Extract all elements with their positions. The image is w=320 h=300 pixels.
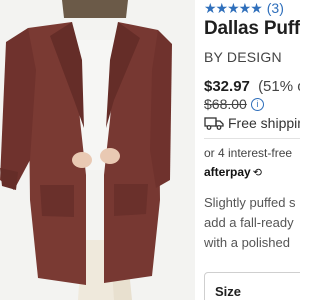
size-selector[interactable]: Size	[204, 272, 300, 300]
shipping-text: Free shippin	[228, 115, 300, 131]
sale-price: $32.97	[204, 78, 250, 95]
original-price-row: $68.00 i	[204, 96, 264, 112]
original-price: $68.00	[204, 96, 247, 112]
afterpay-label: afterpay	[204, 165, 251, 179]
size-label: Size	[215, 284, 242, 299]
star-icon: ★★★★★	[204, 0, 263, 16]
shipping-row: Free shippin	[204, 115, 300, 131]
rating[interactable]: ★★★★★ (3)	[204, 0, 284, 16]
info-icon[interactable]: i	[250, 97, 264, 111]
price-row: $32.97 (51% o	[204, 78, 300, 95]
discount-percent: (51% o	[258, 78, 300, 95]
description-line: with a polished	[204, 235, 290, 250]
truck-icon	[204, 116, 224, 130]
review-count[interactable]: (3)	[267, 0, 284, 16]
installment-text: or 4 interest-free	[204, 146, 293, 160]
product-brand[interactable]: BY DESIGN	[204, 49, 282, 65]
product-image[interactable]	[0, 0, 195, 300]
description-line: add a fall-ready	[204, 215, 294, 230]
afterpay-logo[interactable]: afterpay ⟲	[204, 165, 262, 179]
description-line: Slightly puffed s	[204, 195, 296, 210]
divider	[204, 138, 300, 139]
product-info-panel: ★★★★★ (3) Dallas Puff BY DESIGN $32.97 (…	[198, 0, 300, 300]
product-title: Dallas Puff	[204, 18, 300, 39]
afterpay-arrow-icon: ⟲	[252, 166, 262, 179]
